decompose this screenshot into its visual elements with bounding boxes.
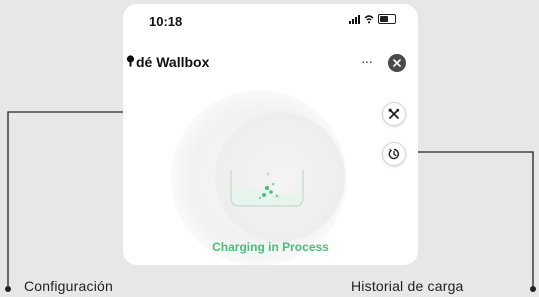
charge-history-callout-label: Historial de carga [351,278,464,294]
close-button[interactable] [388,54,406,72]
config-callout-dot [5,286,11,292]
history-clock-icon [388,148,400,160]
charging-wave-icon [230,170,304,207]
battery-icon [378,14,396,24]
signal-icon [349,14,360,24]
configuration-button[interactable] [382,102,406,126]
close-icon [393,59,401,67]
status-icons [349,14,396,24]
more-menu-button[interactable]: ··· [361,53,373,69]
tools-icon [388,108,400,119]
app-logo-icon [126,55,135,67]
phone-screen: 10:18 dé Wallbox ··· Charging in Process [123,4,418,265]
app-title: dé Wallbox [136,54,210,70]
charging-status-text: Charging in Process [212,240,329,254]
charge-history-button[interactable] [382,142,406,166]
configuration-callout-label: Configuración [24,278,113,294]
history-callout-dot [530,286,536,292]
app-header: dé Wallbox ··· [123,52,418,72]
status-time: 10:18 [149,14,183,29]
wifi-icon [364,15,374,24]
